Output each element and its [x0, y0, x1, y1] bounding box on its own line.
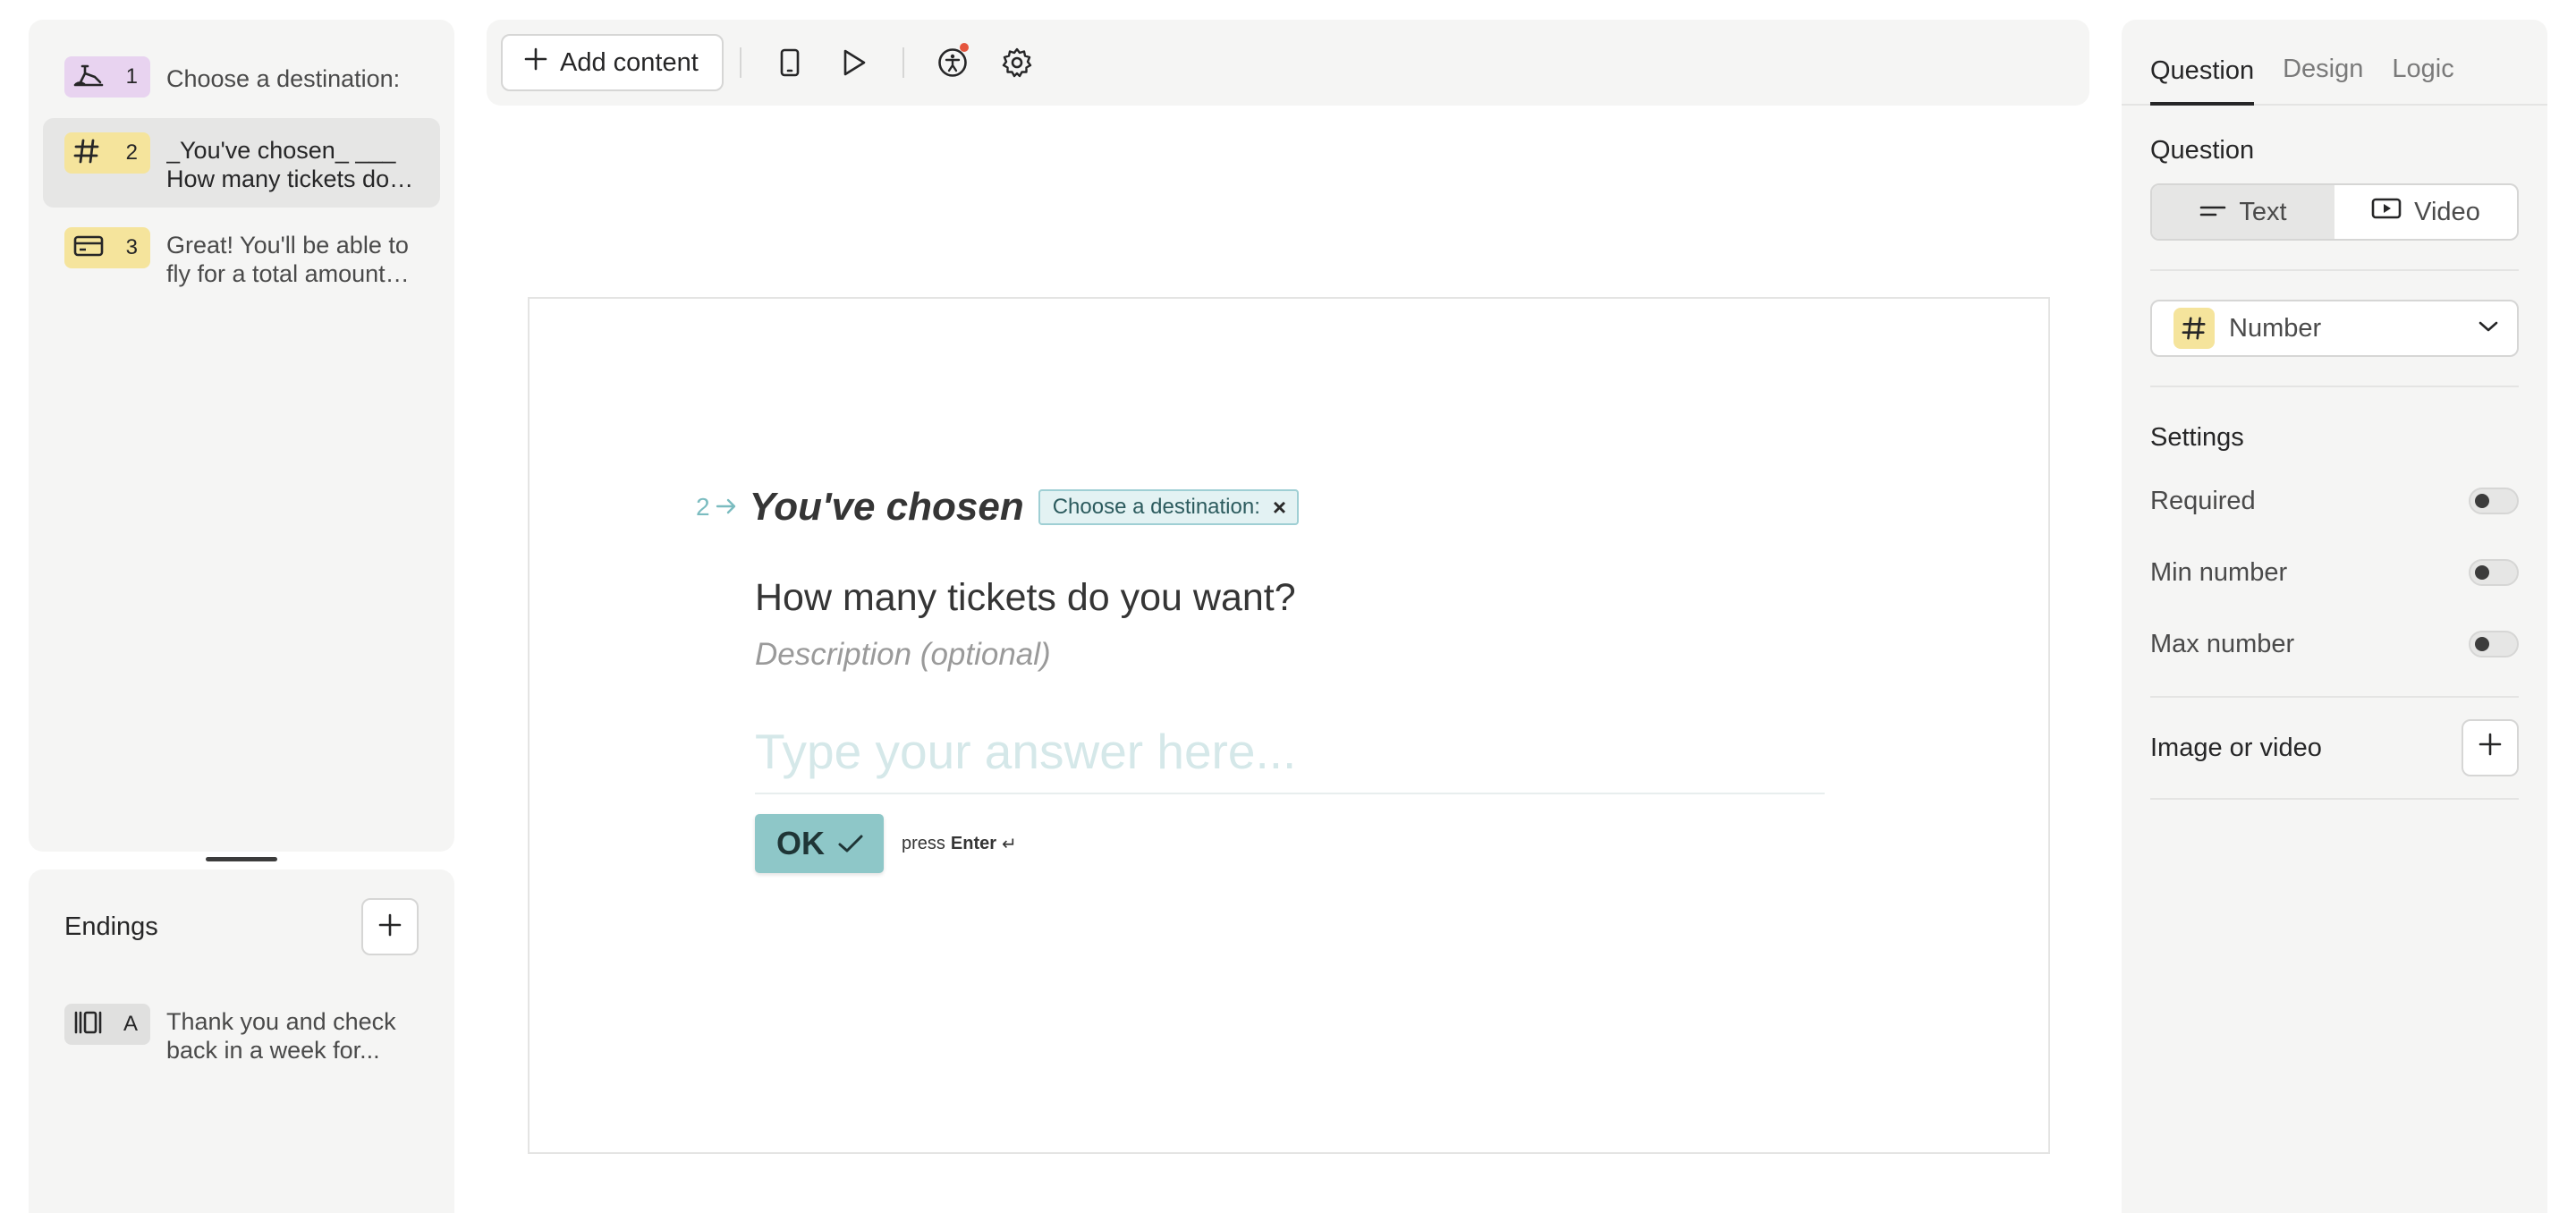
question-index: 2 — [696, 493, 737, 522]
tab-question[interactable]: Question — [2150, 56, 2255, 106]
question-settings-panel: Question Design Logic Question Text Vide… — [2122, 20, 2547, 1213]
question-badge: 1 — [64, 56, 150, 98]
question-item-3[interactable]: 3 Great! You'll be able to fly for a tot… — [43, 213, 440, 302]
opinion-scale-icon — [73, 63, 104, 92]
question-format-toggle: Text Video — [2150, 183, 2519, 241]
notification-dot — [959, 43, 969, 52]
format-video-label: Video — [2414, 197, 2480, 226]
ending-letter: A — [123, 1012, 138, 1036]
question-item-label: Choose a destination: — [166, 65, 401, 92]
question-title[interactable]: You've chosen — [750, 485, 1024, 530]
arrow-right-icon — [716, 493, 737, 522]
question-badge: 3 — [64, 227, 150, 268]
ending-item-label: Thank you and check back in a week for..… — [166, 1008, 396, 1064]
press-label: press — [902, 833, 945, 853]
checkmark-icon — [837, 825, 864, 862]
ending-badge: A — [64, 1004, 150, 1045]
number-hash-icon — [73, 138, 100, 169]
description-placeholder[interactable]: Description (optional) — [755, 637, 1051, 673]
add-ending-button[interactable] — [361, 898, 419, 955]
image-or-video-label: Image or video — [2150, 733, 2322, 762]
settings-title: Settings — [2150, 423, 2244, 452]
panel-resize-handle[interactable] — [206, 857, 277, 861]
ending-item-a[interactable]: A Thank you and check back in a week for… — [43, 989, 440, 1079]
answer-input[interactable]: Type your answer here... — [755, 723, 1825, 794]
toolbar-divider — [902, 47, 904, 78]
tab-logic[interactable]: Logic — [2392, 55, 2453, 104]
add-content-label: Add content — [560, 47, 699, 77]
form-preview-canvas: 2 You've chosen Choose a destination: × … — [528, 297, 2050, 1154]
endings-header: Endings — [43, 869, 440, 955]
question-type-section: Number — [2150, 271, 2519, 386]
enter-key-label: Enter — [950, 833, 997, 853]
question-item-1[interactable]: 1 Choose a destination: — [43, 41, 440, 113]
question-item-label: Great! You'll be able to fly for a total… — [166, 232, 409, 287]
ending-screen-icon — [73, 1009, 104, 1040]
question-section-title: Question — [2150, 136, 2255, 165]
format-text-option[interactable]: Text — [2152, 185, 2334, 239]
setting-label: Max number — [2150, 629, 2295, 658]
ok-button[interactable]: OK — [755, 814, 884, 873]
endings-title: Endings — [64, 912, 158, 941]
question-number: 2 — [125, 140, 138, 165]
plus-icon — [524, 47, 547, 78]
question-type-dropdown[interactable]: Number — [2150, 300, 2519, 357]
payment-card-icon — [73, 234, 104, 262]
setting-min-number: Min number — [2150, 537, 2519, 608]
recall-chip-remove-icon[interactable]: × — [1273, 494, 1286, 522]
question-type-label: Number — [2229, 313, 2322, 343]
tab-design[interactable]: Design — [2283, 55, 2363, 104]
min-number-toggle[interactable] — [2469, 559, 2519, 586]
number-hash-icon — [2174, 308, 2215, 349]
add-media-button[interactable] — [2462, 719, 2519, 776]
toolbar-divider — [739, 47, 741, 78]
plus-icon — [378, 913, 402, 941]
chevron-down-icon — [2478, 319, 2499, 338]
image-or-video-section: Image or video — [2150, 698, 2519, 798]
question-format-section: Question Text Video — [2150, 106, 2519, 241]
format-video-option[interactable]: Video — [2334, 185, 2517, 239]
recall-chip-label: Choose a destination: — [1052, 495, 1260, 519]
question-item-2[interactable]: 2 _You've chosen_ ___ How many tickets d… — [43, 118, 440, 208]
setting-label: Required — [2150, 486, 2256, 515]
enter-key-icon: ↵ — [1002, 834, 1017, 854]
question-list-panel: 1 Choose a destination: 2 _You've chosen… — [29, 20, 454, 852]
accessibility-icon[interactable] — [928, 38, 978, 88]
settings-section: Settings Required Min number Max number — [2150, 387, 2519, 680]
add-content-button[interactable]: Add content — [501, 34, 724, 91]
plus-icon — [2479, 733, 2502, 763]
question-number: 1 — [125, 64, 138, 89]
video-icon — [2371, 197, 2402, 227]
question-item-label: _You've chosen_ ___ How many tickets do … — [166, 137, 396, 192]
max-number-toggle[interactable] — [2469, 631, 2519, 657]
settings-gear-icon[interactable] — [992, 38, 1042, 88]
question-heading-row: 2 You've chosen Choose a destination: × — [696, 485, 1300, 530]
builder-toolbar: Add content — [487, 20, 2089, 106]
setting-required: Required — [2150, 465, 2519, 537]
text-lines-icon — [2199, 198, 2226, 227]
question-number: 3 — [125, 235, 138, 259]
setting-label: Min number — [2150, 557, 2288, 587]
question-badge: 2 — [64, 132, 150, 174]
ok-button-label: OK — [776, 825, 825, 861]
keyboard-hint: press Enter ↵ — [902, 833, 1017, 855]
question-index-number: 2 — [696, 493, 710, 521]
play-preview-icon[interactable] — [829, 38, 879, 88]
question-text[interactable]: How many tickets do you want? — [755, 576, 1296, 620]
format-text-label: Text — [2239, 197, 2287, 226]
mobile-preview-icon[interactable] — [765, 38, 815, 88]
form-builder: 1 Choose a destination: 2 _You've chosen… — [0, 0, 2576, 1213]
required-toggle[interactable] — [2469, 488, 2519, 514]
setting-max-number: Max number — [2150, 608, 2519, 680]
section-divider — [2150, 798, 2519, 800]
panel-tabs: Question Design Logic — [2122, 20, 2547, 106]
endings-panel: Endings A Thank you and check back in a … — [29, 869, 454, 1213]
submit-row: OK press Enter ↵ — [755, 814, 1017, 873]
recall-chip[interactable]: Choose a destination: × — [1038, 489, 1300, 525]
